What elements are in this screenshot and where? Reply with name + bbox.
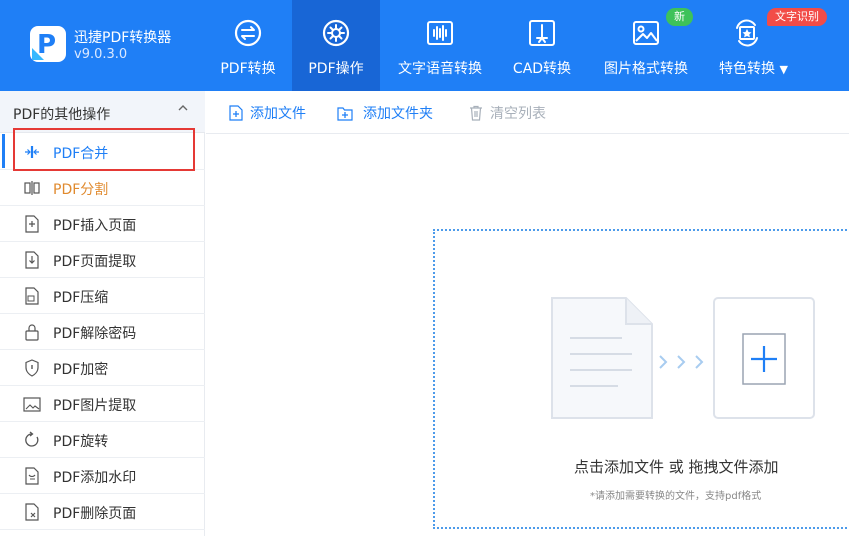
- arrows-icon: [659, 355, 704, 369]
- drop-zone-title: 点击添加文件 或 拖拽文件添加: [574, 458, 779, 476]
- shield-icon: [25, 359, 39, 377]
- sidebar-item-label: PDF添加水印: [53, 470, 137, 486]
- sidebar-item-insert-page[interactable]: PDF插入页面: [0, 206, 205, 242]
- audio-wave-icon: [427, 21, 453, 45]
- tab-label: 特色转换 ▼: [719, 61, 788, 77]
- add-folder-label: 添加文件夹: [363, 106, 433, 122]
- app-version: v9.0.3.0: [74, 47, 128, 62]
- sidebar-item-label: PDF压缩: [53, 290, 109, 306]
- chevron-down-icon: ▼: [779, 63, 788, 76]
- compress-icon: [25, 287, 39, 305]
- sidebar-item-label: PDF加密: [53, 362, 109, 378]
- clear-list-label: 清空列表: [490, 106, 546, 122]
- sidebar-item-label: PDF图片提取: [53, 398, 137, 414]
- drop-illustration: [551, 297, 815, 419]
- sidebar-item-label: PDF解除密码: [53, 326, 137, 342]
- sidebar-item-image-extract[interactable]: PDF图片提取: [0, 386, 205, 422]
- sidebar-item-label: PDF页面提取: [53, 254, 137, 270]
- sidebar-item-rotate[interactable]: PDF旋转: [0, 422, 205, 458]
- new-badge: 新: [666, 8, 693, 26]
- tab-cad-convert[interactable]: CAD转换: [506, 0, 578, 91]
- add-folder-icon: [337, 107, 353, 121]
- add-file-icon: [229, 105, 243, 121]
- sidebar-item-delete-page[interactable]: PDF删除页面: [0, 494, 205, 530]
- sidebar-item-label: PDF插入页面: [53, 218, 137, 234]
- selection-highlight-box: [13, 128, 195, 171]
- special-convert-icon: [736, 19, 758, 47]
- ocr-badge[interactable]: 文字识别: [767, 8, 827, 26]
- insert-page-icon: [25, 215, 39, 233]
- image-icon: [633, 21, 659, 45]
- sidebar-item-watermark[interactable]: PDF添加水印: [0, 458, 205, 494]
- sidebar-item-label: PDF分割: [53, 182, 109, 198]
- sidebar-item-extract-page[interactable]: PDF页面提取: [0, 242, 205, 278]
- sidebar-title: PDF的其他操作: [13, 107, 111, 123]
- sidebar-item-encrypt[interactable]: PDF加密: [0, 350, 205, 386]
- cad-icon: [529, 20, 555, 46]
- gear-icon: [322, 19, 350, 47]
- chevron-up-icon[interactable]: [178, 103, 188, 113]
- app-logo: P: [30, 26, 66, 62]
- extract-page-icon: [25, 251, 39, 269]
- sidebar-item-compress[interactable]: PDF压缩: [0, 278, 205, 314]
- image-extract-icon: [23, 397, 41, 412]
- unlock-icon: [25, 324, 39, 341]
- trash-icon: [470, 105, 482, 121]
- rotate-icon: [25, 431, 39, 447]
- add-box-icon[interactable]: [713, 297, 815, 419]
- app-header: P 迅捷PDF转换器 v9.0.3.0 PDF转换 PDF操作 文字语音转换 C…: [0, 0, 849, 91]
- drop-zone-hint: *请添加需要转换的文件，支持pdf格式: [590, 491, 762, 502]
- app-name: 迅捷PDF转换器: [74, 30, 172, 46]
- tab-label: 图片格式转换: [604, 61, 688, 77]
- document-icon: [551, 297, 653, 419]
- tab-label: 文字语音转换: [398, 61, 482, 77]
- add-file-label: 添加文件: [250, 106, 306, 122]
- watermark-icon: [25, 467, 39, 485]
- split-icon: [24, 181, 40, 195]
- tab-pdf-operation[interactable]: PDF操作: [292, 0, 380, 91]
- tab-label: PDF转换: [220, 61, 276, 77]
- tab-label: PDF操作: [308, 61, 364, 77]
- sidebar-item-label: PDF旋转: [53, 434, 109, 450]
- sidebar-item-label: PDF删除页面: [53, 506, 137, 522]
- convert-icon: [234, 19, 262, 47]
- toolbar: 添加文件 添加文件夹 清空列表: [206, 91, 849, 134]
- tab-text-voice[interactable]: 文字语音转换: [392, 0, 488, 91]
- sidebar-item-unlock[interactable]: PDF解除密码: [0, 314, 205, 350]
- tab-label: CAD转换: [512, 61, 572, 77]
- sidebar-header[interactable]: PDF的其他操作: [0, 91, 205, 133]
- tab-pdf-convert[interactable]: PDF转换: [210, 0, 286, 91]
- sidebar-item-split[interactable]: PDF分割: [0, 170, 205, 206]
- delete-page-icon: [25, 503, 39, 521]
